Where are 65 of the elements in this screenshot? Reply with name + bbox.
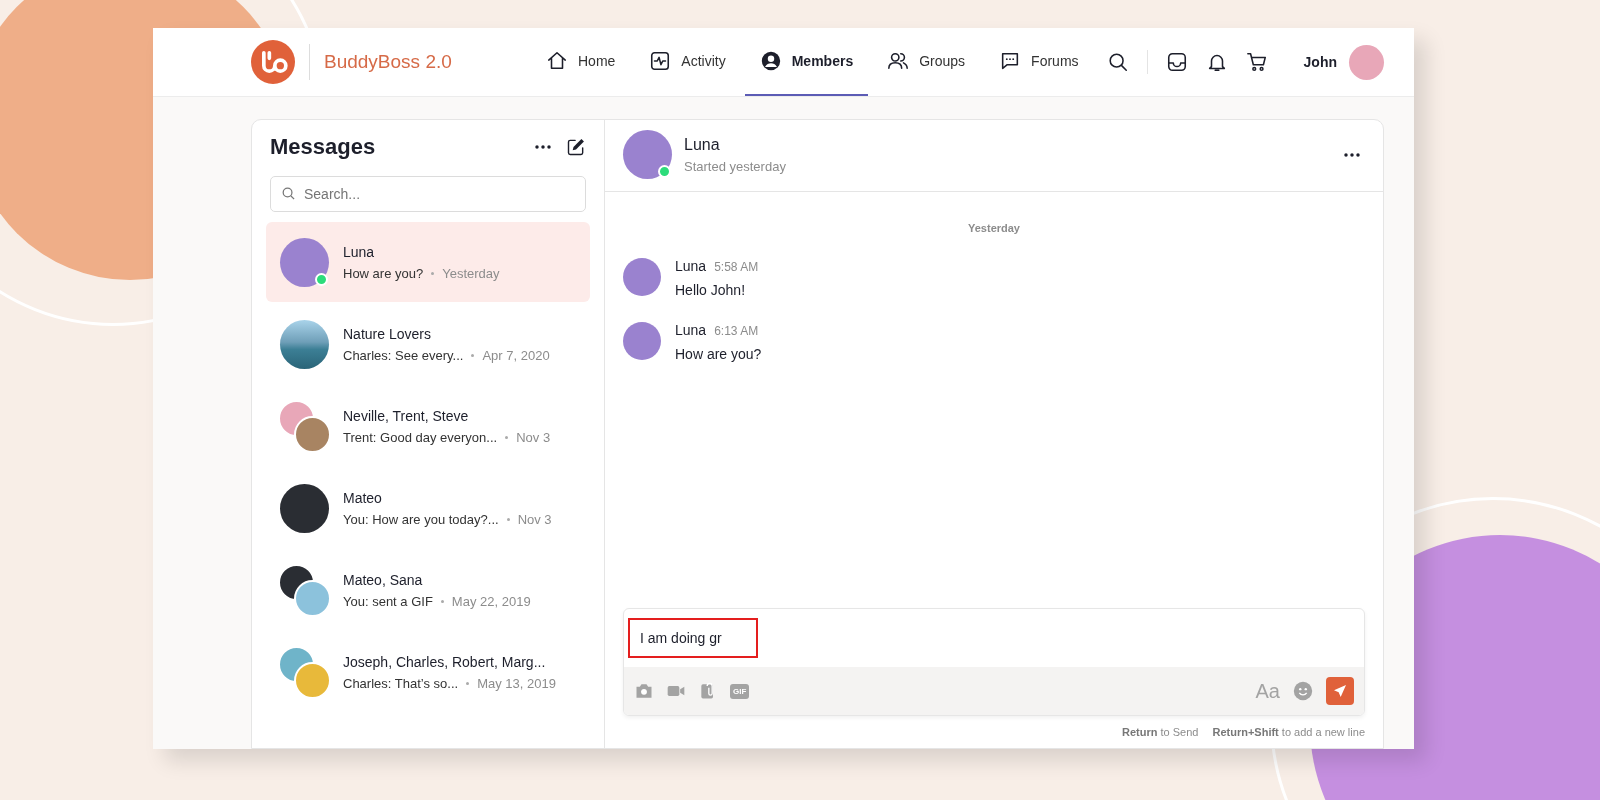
contact-name: Joseph, Charles, Robert, Marg... [343,653,547,670]
message-preview: You: How are you today?... [343,511,499,527]
message-text: How are you? [675,346,762,362]
message-time: 6:13 AM [714,324,759,338]
conversation-item[interactable]: Mateo You: How are you today?... Nov 3 [266,468,590,548]
avatar [280,237,329,287]
contact-name: Mateo [343,489,383,506]
message-preview: Charles: That’s so... [343,675,459,691]
message-date: May 13, 2019 [477,675,556,691]
activity-icon [649,50,672,72]
contact-name: Neville, Trent, Steve [343,407,470,424]
conversation-item[interactable]: Luna How are you? Yesterday [266,222,590,302]
message-time: 5:58 AM [714,260,759,274]
message-date: Nov 3 [516,429,551,445]
message-author: Luna [675,258,707,274]
inbox-icon[interactable] [1165,51,1188,73]
conversation-subtitle: Started yesterday [684,158,787,174]
message-preview: Charles: See every... [343,347,464,363]
avatar [280,483,329,533]
user-name[interactable]: John [1303,54,1337,70]
search-icon[interactable] [1106,51,1129,73]
conversation-item[interactable]: Nature Lovers Charles: See every... Apr 7, 2020 [266,304,590,384]
nav-tab[interactable]: Members [744,28,869,96]
avatar [623,258,661,296]
message-author: Luna [675,322,707,338]
cart-icon[interactable] [1245,51,1268,73]
site-name[interactable]: BuddyBoss 2.0 [324,51,452,73]
conversation-item[interactable]: Mateo, Sana You: sent a GIF May 22, 2019 [266,550,590,630]
message-date: Nov 3 [517,511,552,527]
avatar [623,322,661,360]
compose-icon[interactable] [566,137,586,157]
photo-placeholder [280,319,329,369]
message-date: Apr 7, 2020 [482,347,550,363]
message-input[interactable]: I am doing gr [628,618,758,658]
contact-name: Nature Lovers [343,325,432,342]
contact-name: Luna [343,243,376,260]
nav-tab[interactable]: Home [531,28,631,96]
smiley-icon[interactable] [1292,680,1314,702]
nav-tab[interactable]: Groups [872,28,981,96]
avatar[interactable] [1349,44,1384,80]
keyboard-hint: Return+Shift to add a new line [1212,726,1365,738]
message-date: Yesterday [442,265,500,281]
keyboard-hint: Return to Send [1122,726,1199,738]
nav-tab[interactable]: Activity [634,28,741,96]
home-icon [546,50,568,72]
message-preview: You: sent a GIF [343,593,433,609]
camera-icon[interactable] [634,681,654,701]
logo-icon[interactable] [251,40,295,84]
send-icon [1332,683,1348,699]
contact-name: Mateo, Sana [343,571,424,588]
avatar[interactable] [623,130,672,179]
panel-title: Messages [270,134,376,160]
conversation-item[interactable]: Neville, Trent, Steve Trent: Good day everyon... Nov 3 [266,386,590,466]
contact-name[interactable]: Luna [684,135,1331,154]
date-divider: Yesterday [968,222,1020,234]
search-field[interactable]: Search... [270,176,586,212]
people-icon [887,50,910,72]
message-preview: Trent: Good day everyon... [343,429,498,445]
message-text: Hello John! [675,282,747,298]
message-preview: How are you? [343,265,424,281]
nav-tab[interactable]: Forums [984,28,1094,96]
user-icon [759,50,782,72]
send-button[interactable] [1326,677,1354,705]
conversation-item[interactable]: Joseph, Charles, Robert, Marg... Charles: That’s so... May 13, 2019 [266,632,590,712]
message-date: May 22, 2019 [451,593,531,609]
